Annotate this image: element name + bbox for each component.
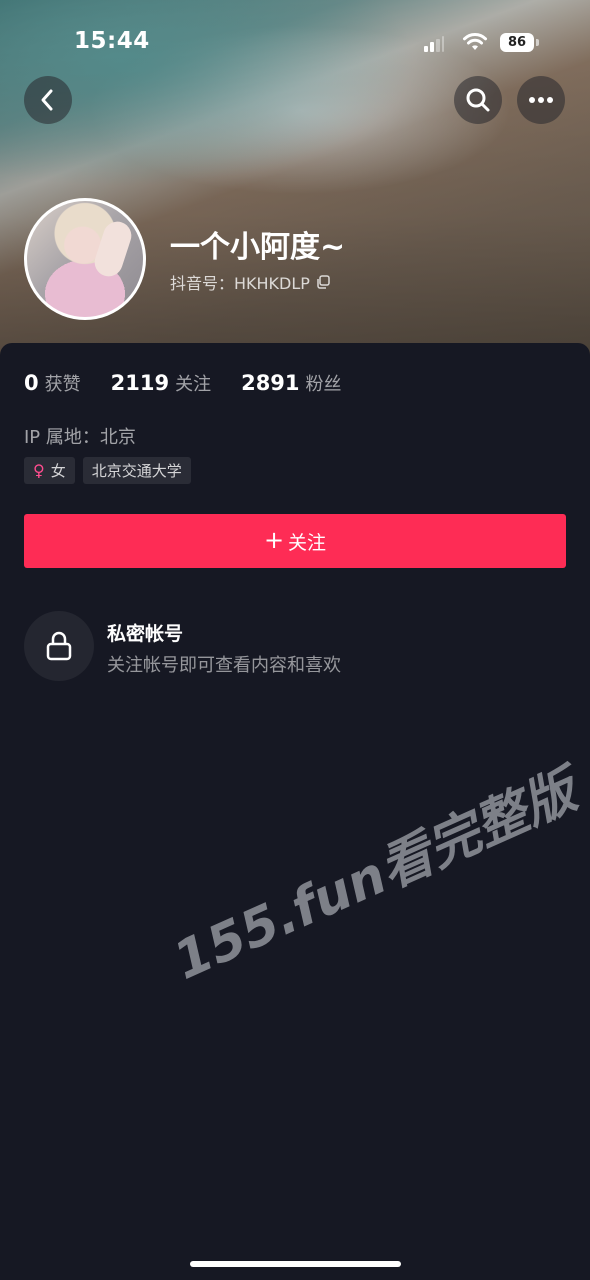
stat-following[interactable]: 2119 关注 (111, 370, 211, 396)
back-button[interactable] (24, 76, 72, 124)
stat-following-value: 2119 (110, 371, 170, 395)
status-time: 15:44 (74, 28, 150, 54)
follow-button[interactable]: + 关注 (24, 514, 566, 568)
search-icon (466, 88, 490, 112)
stat-followers-label: 粉丝 (305, 374, 342, 395)
battery-indicator: 86 (500, 33, 539, 52)
more-dots-icon (529, 97, 553, 103)
private-account-description: 关注帐号即可查看内容和喜欢 (107, 655, 341, 676)
wifi-icon (463, 33, 487, 50)
gender-tag: ♀ 女 (24, 457, 75, 484)
profile-tags: ♀ 女 北京交通大学 (24, 457, 191, 484)
follow-button-label: 关注 (288, 531, 327, 554)
stat-followers-value: 2891 (241, 371, 300, 395)
stats-row: 0 获赞 2119 关注 2891 粉丝 (24, 370, 342, 396)
stat-likes-label: 获赞 (44, 374, 81, 395)
private-account-notice: 私密帐号 关注帐号即可查看内容和喜欢 (24, 611, 566, 681)
more-button[interactable] (517, 76, 565, 124)
stat-likes-value: 0 (24, 371, 39, 395)
home-indicator[interactable] (190, 1261, 401, 1267)
cellular-signal-icon (424, 36, 444, 52)
lock-icon (46, 631, 72, 661)
ip-location: IP 属地：北京 (24, 427, 136, 448)
private-account-title: 私密帐号 (107, 623, 184, 645)
search-button[interactable] (454, 76, 502, 124)
stat-followers[interactable]: 2891 粉丝 (241, 370, 341, 396)
status-bar: 15:44 86 (0, 28, 590, 62)
stat-likes[interactable]: 0 获赞 (24, 370, 81, 396)
gender-label: 女 (50, 462, 66, 480)
plus-icon: + (263, 526, 285, 554)
avatar-photo-detail (91, 218, 135, 280)
school-tag[interactable]: 北京交通大学 (82, 457, 191, 484)
stat-following-label: 关注 (175, 374, 212, 395)
lock-badge (24, 611, 94, 681)
profile-nickname: 一个小阿度~ (170, 230, 346, 265)
school-label: 北京交通大学 (91, 462, 182, 480)
chevron-left-icon (41, 89, 53, 111)
avatar[interactable] (24, 198, 146, 320)
female-icon: ♀ (33, 460, 45, 480)
douyin-id-text: 抖音号：HKHKDLP (170, 274, 310, 293)
douyin-id-row[interactable]: 抖音号：HKHKDLP (170, 270, 330, 294)
copy-icon[interactable] (316, 275, 330, 289)
